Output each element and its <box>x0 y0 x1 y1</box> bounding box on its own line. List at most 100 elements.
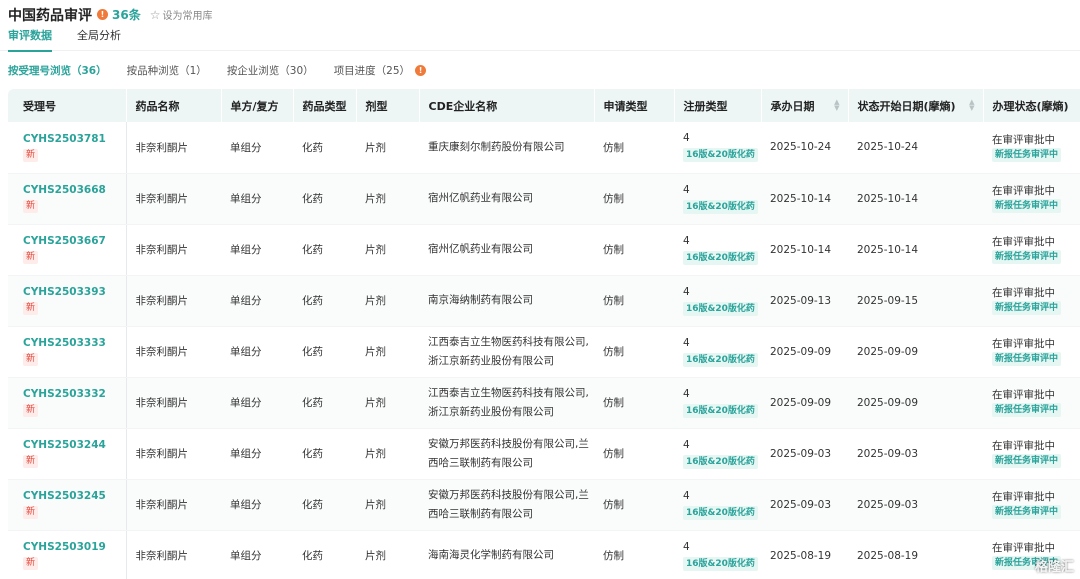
col-header-undertake-date-label: 承办日期 <box>770 99 815 113</box>
acceptance-no-link[interactable]: CYHS2503244 <box>23 439 126 451</box>
reg-version-badge: 16版&20版化药 <box>683 454 758 469</box>
col-header-undertake-date[interactable]: 承办日期 ▲ ▼ <box>761 89 849 122</box>
watermark-logo: 格隆汇 <box>1034 560 1074 575</box>
cell-drug-type: 化药 <box>293 122 356 174</box>
subtab-project-progress[interactable]: 项目进度（25） ! <box>334 63 427 78</box>
acceptance-no-link[interactable]: CYHS2503781 <box>23 133 126 145</box>
status-text: 在审评审批中 <box>992 491 1055 503</box>
status-badge: 新报任务审评中 <box>992 403 1062 417</box>
new-badge: 新 <box>23 506 39 519</box>
cell-drug-name: 非奈利酮片 <box>126 530 221 579</box>
table-row[interactable]: CYHS2503781 新非奈利酮片 单组分 化药 片剂 重庆康刻尔制药股份有限公司 仿制 4… <box>8 122 1080 174</box>
cell-company: 南京海纳制药有限公司 <box>419 275 594 327</box>
cell-acceptance-no: CYHS2503332 新 <box>8 377 127 429</box>
cell-acceptance-no: CYHS2503781 新 <box>8 122 127 174</box>
new-badge: 新 <box>23 353 39 366</box>
acceptance-no-link[interactable]: CYHS2503019 <box>23 541 126 553</box>
cell-status-start-date: 2025-09-03 <box>848 479 983 531</box>
cell-drug-type: 化药 <box>293 428 356 480</box>
cell-reg-type: 4 16版&20版化药 <box>674 224 761 276</box>
tab-review-data[interactable]: 审评数据 <box>8 29 52 52</box>
sort-icon[interactable]: ▲ ▼ <box>834 99 839 112</box>
col-header-drug-type[interactable]: 药品类型 <box>293 89 357 122</box>
cell-undertake-date: 2025-09-09 <box>761 326 848 378</box>
subtab-by-acceptance-no[interactable]: 按受理号浏览（36） <box>8 63 107 78</box>
table-header-row: 受理号 药品名称 单方/复方 药品类型 剂型 CDE企业名称 申请类型 注册类型… <box>8 89 1080 122</box>
col-header-acceptance-no[interactable]: 受理号 <box>8 89 127 122</box>
status-badge: 新报任务审评中 <box>992 454 1062 468</box>
tab-global-analysis[interactable]: 全局分析 <box>77 29 121 51</box>
acceptance-no-link[interactable]: CYHS2503333 <box>23 337 126 349</box>
cell-drug-name: 非奈利酮片 <box>126 428 221 480</box>
cell-dosage-form: 片剂 <box>356 122 419 174</box>
subtab-by-company[interactable]: 按企业浏览（30） <box>227 63 314 78</box>
subtab-by-variety[interactable]: 按品种浏览（1） <box>127 63 207 78</box>
table-row[interactable]: CYHS2503244 新 非奈利酮片 单组分 化药 片剂 安徽万邦医药科技股份有限公司,兰… <box>8 428 1080 480</box>
cell-company: 宿州亿帆药业有限公司 <box>419 173 594 225</box>
sort-icon[interactable]: ▲ ▼ <box>969 99 974 112</box>
acceptance-no-link[interactable]: CYHS2503667 <box>23 235 126 247</box>
table-row[interactable]: CYHS2503393 新 非奈利酮片 单组分 化药 片剂 南京海纳制药有限公司 仿制 4 16版… <box>8 275 1080 327</box>
status-text: 在审评审批中 <box>992 338 1055 350</box>
status-text: 在审评审批中 <box>992 133 1055 146</box>
page-title: 中国药品审评 <box>8 7 92 24</box>
reg-class-number: 4 <box>683 285 690 298</box>
reg-class-number: 4 <box>683 183 690 196</box>
col-header-status[interactable]: 办理状态(摩熵) <box>983 89 1080 122</box>
col-header-combo[interactable]: 单方/复方 <box>221 89 294 122</box>
col-header-status-start-date-label: 状态开始日期(摩熵) <box>857 99 956 113</box>
cell-status: 在审评审批中 新报任务审评中 <box>983 122 1080 174</box>
cell-status-start-date: 2025-08-19 <box>848 530 983 579</box>
col-header-status-start-date[interactable]: 状态开始日期(摩熵) ▲ ▼ <box>848 89 984 122</box>
cell-combo: 单组分 <box>221 326 293 378</box>
cell-dosage-form: 片剂 <box>356 224 419 276</box>
col-header-apply-type[interactable]: 申请类型 <box>594 89 675 122</box>
cell-apply-type: 仿制 <box>594 122 674 174</box>
cell-drug-type: 化药 <box>293 275 356 327</box>
cell-drug-type: 化药 <box>293 479 356 531</box>
col-header-dosage-form[interactable]: 剂型 <box>356 89 420 122</box>
col-header-drug-name[interactable]: 药品名称 <box>126 89 222 122</box>
cell-status: 在审评审批中 新报任务审评中 <box>983 326 1080 378</box>
cell-apply-type: 仿制 <box>594 530 674 579</box>
cell-drug-name: 非奈利酮片 <box>126 326 221 378</box>
reg-class-number: 4 <box>683 234 690 247</box>
cell-reg-type: 4 16版&20版化药 <box>674 377 761 429</box>
status-text: 在审评审批中 <box>992 236 1055 248</box>
cell-combo: 单组分 <box>221 122 293 174</box>
cell-company: 江西泰吉立生物医药科技有限公司,浙江京新药业股份有限公司 <box>419 377 594 429</box>
cell-combo: 单组分 <box>221 428 293 480</box>
col-header-company[interactable]: CDE企业名称 <box>419 89 595 122</box>
table-row[interactable]: CYHS2503332 新 非奈利酮片 单组分 化药 片剂 江西泰吉立生物医药科技有限公司,… <box>8 377 1080 429</box>
info-icon[interactable]: ! <box>97 9 108 20</box>
cell-company: 江西泰吉立生物医药科技有限公司,浙江京新药业股份有限公司 <box>419 326 594 378</box>
table-row[interactable]: CYHS2503667 新 非奈利酮片 单组分 化药 片剂 宿州亿帆药业有限公司 仿制 4 16版… <box>8 224 1080 276</box>
info-icon[interactable]: ! <box>415 65 427 76</box>
cell-acceptance-no: CYHS2503244 新 <box>8 428 127 480</box>
cell-status-start-date: 2025-10-24 <box>848 122 983 174</box>
table-row[interactable]: CYHS2503019 新 非奈利酮片 单组分 化药 片剂 海南海灵化学制药有限公司 仿制 4 1… <box>8 530 1080 579</box>
table-row[interactable]: CYHS2503333 新 非奈利酮片 单组分 化药 片剂 江西泰吉立生物医药科技有限公司,… <box>8 326 1080 378</box>
table-row[interactable]: CYHS2503245 新 非奈利酮片 单组分 化药 片剂 安徽万邦医药科技股份有限公司,兰… <box>8 479 1080 531</box>
cell-company: 海南海灵化学制药有限公司 <box>419 530 594 579</box>
cell-dosage-form: 片剂 <box>356 479 419 531</box>
cell-status-start-date: 2025-10-14 <box>848 224 983 276</box>
cell-drug-name: 非奈利酮片 <box>126 224 221 276</box>
status-text: 在审评审批中 <box>992 287 1055 299</box>
table-row[interactable]: CYHS2503668 新 非奈利酮片 单组分 化药 片剂 宿州亿帆药业有限公司 仿制 4 16版… <box>8 173 1080 225</box>
acceptance-no-link[interactable]: CYHS2503668 <box>23 184 126 196</box>
cell-acceptance-no: CYHS2503667 新 <box>8 224 127 276</box>
status-badge: 新报任务审评中 <box>992 199 1062 213</box>
cell-dosage-form: 片剂 <box>356 326 419 378</box>
new-badge: 新 <box>23 404 39 417</box>
cell-dosage-form: 片剂 <box>356 173 419 225</box>
acceptance-no-link[interactable]: CYHS2503332 <box>23 388 126 400</box>
cell-status: 在审评审批中 新报任务审评中 <box>983 479 1080 531</box>
acceptance-no-link[interactable]: CYHS2503245 <box>23 490 126 502</box>
cell-undertake-date: 2025-10-14 <box>761 173 848 225</box>
set-favorite-button[interactable]: ☆ 设为常用库 <box>150 7 213 23</box>
col-header-reg-type[interactable]: 注册类型 <box>674 89 762 122</box>
cell-undertake-date: 2025-09-03 <box>761 479 848 531</box>
cell-acceptance-no: CYHS2503393 新 <box>8 275 127 327</box>
acceptance-no-link[interactable]: CYHS2503393 <box>23 286 126 298</box>
